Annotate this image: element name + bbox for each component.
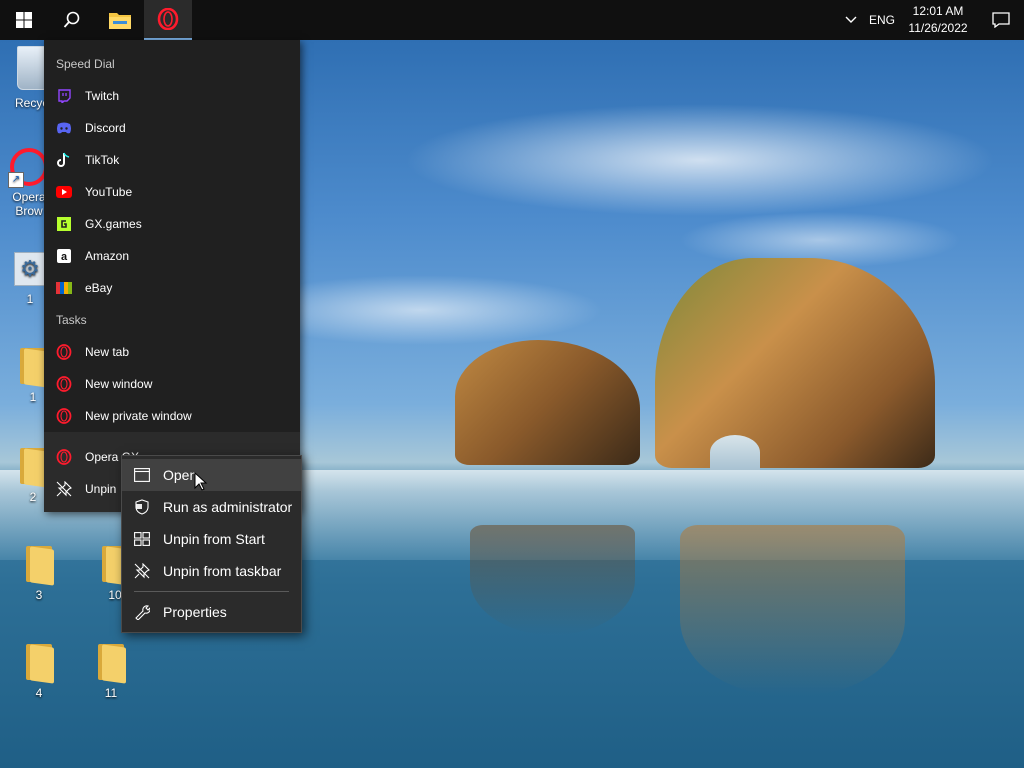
notification-icon (992, 12, 1010, 28)
opera-icon (56, 376, 72, 392)
opera-jump-list: Speed Dial Twitch Discord TikTok YouTube… (44, 40, 300, 512)
rock-reflection-small (470, 525, 635, 635)
action-center-button[interactable] (978, 0, 1024, 40)
opera-icon (56, 449, 72, 465)
opera-icon: ↗ (8, 148, 48, 188)
jumplist-item-label: Unpin (85, 482, 117, 496)
jumplist-item-twitch[interactable]: Twitch (44, 80, 300, 112)
shortcut-arrow-icon: ↗ (8, 172, 24, 188)
clock-time: 12:01 AM (912, 4, 964, 18)
jumplist-item-label: eBay (85, 281, 113, 295)
unpin-taskbar-icon (134, 563, 150, 579)
jumplist-item-new-private-window[interactable]: New private window (44, 400, 300, 432)
jumplist-item-new-tab[interactable]: New tab (44, 336, 300, 368)
shield-icon (134, 499, 150, 515)
jumplist-item-label: New tab (85, 345, 130, 359)
jumplist-item-label: Twitch (85, 89, 120, 103)
jumplist-item-label: YouTube (85, 185, 133, 199)
desktop-icon-label: 2 (29, 490, 37, 504)
menu-item-label: Open (163, 467, 198, 483)
desktop-icon-label: 11 (104, 686, 118, 700)
system-tray: ENG 12:01 AM 11/26/2022 (836, 0, 1024, 40)
rock-arch-opening (710, 435, 760, 470)
menu-item-open[interactable]: Open (122, 459, 301, 491)
menu-item-properties[interactable]: Properties (122, 596, 301, 628)
clock[interactable]: 12:01 AM 11/26/2022 (898, 0, 978, 40)
jumplist-item-label: New window (85, 377, 153, 391)
jumplist-item-label: Discord (85, 121, 126, 135)
language-label: ENG (868, 13, 895, 27)
jumplist-item-youtube[interactable]: YouTube (44, 176, 300, 208)
discord-icon (56, 120, 72, 136)
opera-icon (56, 408, 72, 424)
tiktok-icon (56, 152, 72, 168)
context-menu: Open Run as administrator Unpin from Sta… (121, 455, 302, 633)
folder-icon (96, 642, 126, 684)
gx-games-icon (56, 216, 72, 232)
desktop-icon-folder-4[interactable]: 4 (4, 642, 74, 700)
jumplist-item-label: TikTok (85, 153, 120, 167)
opera-icon (157, 8, 179, 30)
windows-logo-icon (16, 12, 32, 28)
unpin-icon (56, 481, 72, 497)
settings-gear-icon: ⚙ (14, 252, 46, 286)
unpin-start-icon (134, 531, 150, 547)
opera-taskbar-button[interactable] (144, 0, 192, 40)
show-hidden-icons-button[interactable] (836, 0, 866, 40)
desktop-icon-label: 10 (108, 588, 122, 602)
desktop-icon-label: 4 (35, 686, 43, 700)
rock-small (455, 340, 640, 465)
file-explorer-icon (109, 13, 131, 29)
youtube-icon (56, 184, 72, 200)
menu-item-unpin-from-start[interactable]: Unpin from Start (122, 523, 301, 555)
opera-icon (56, 344, 72, 360)
jumplist-item-label: New private window (85, 409, 192, 423)
menu-item-label: Unpin from taskbar (163, 563, 282, 579)
jumplist-item-ebay[interactable]: eBay (44, 272, 300, 304)
menu-item-label: Properties (163, 604, 227, 620)
jumplist-item-label: GX.games (85, 217, 142, 231)
rock-reflection-large (680, 525, 905, 695)
amazon-icon: a (56, 248, 72, 264)
start-button[interactable] (0, 0, 48, 40)
window-icon (134, 467, 150, 483)
menu-item-label: Unpin from Start (163, 531, 265, 547)
search-icon (63, 11, 80, 28)
chevron-up-icon (845, 16, 857, 23)
mouse-cursor-icon (194, 472, 208, 491)
speed-dial-header: Speed Dial (56, 57, 115, 71)
search-button[interactable] (48, 0, 96, 40)
desktop-icon-label: 1 (29, 390, 37, 404)
clock-date: 11/26/2022 (908, 21, 968, 35)
wrench-icon (134, 604, 150, 620)
folder-icon (24, 544, 54, 586)
menu-item-label: Run as administrator (163, 499, 293, 515)
desktop-icon-label: 1 (26, 292, 34, 306)
desktop-icon-label: 3 (35, 588, 43, 602)
language-indicator[interactable]: ENG (866, 0, 898, 40)
menu-item-run-as-administrator[interactable]: Run as administrator (122, 491, 301, 523)
menu-separator (134, 591, 289, 592)
desktop-icon-folder-3[interactable]: 3 (4, 544, 74, 602)
jumplist-item-amazon[interactable]: a Amazon (44, 240, 300, 272)
jumplist-item-gx-games[interactable]: GX.games (44, 208, 300, 240)
jumplist-item-label: Amazon (85, 249, 130, 263)
twitch-icon (56, 88, 72, 104)
jumplist-item-new-window[interactable]: New window (44, 368, 300, 400)
folder-icon (24, 642, 54, 684)
jumplist-item-tiktok[interactable]: TikTok (44, 144, 300, 176)
desktop-icon-folder-11[interactable]: 11 (76, 642, 146, 700)
taskbar: ENG 12:01 AM 11/26/2022 (0, 0, 1024, 40)
jumplist-item-discord[interactable]: Discord (44, 112, 300, 144)
rock-arch (655, 258, 935, 468)
menu-item-unpin-from-taskbar[interactable]: Unpin from taskbar (122, 555, 301, 587)
tasks-header: Tasks (56, 313, 87, 327)
ebay-icon (56, 280, 72, 296)
file-explorer-button[interactable] (96, 0, 144, 40)
svg-text:a: a (61, 251, 68, 263)
